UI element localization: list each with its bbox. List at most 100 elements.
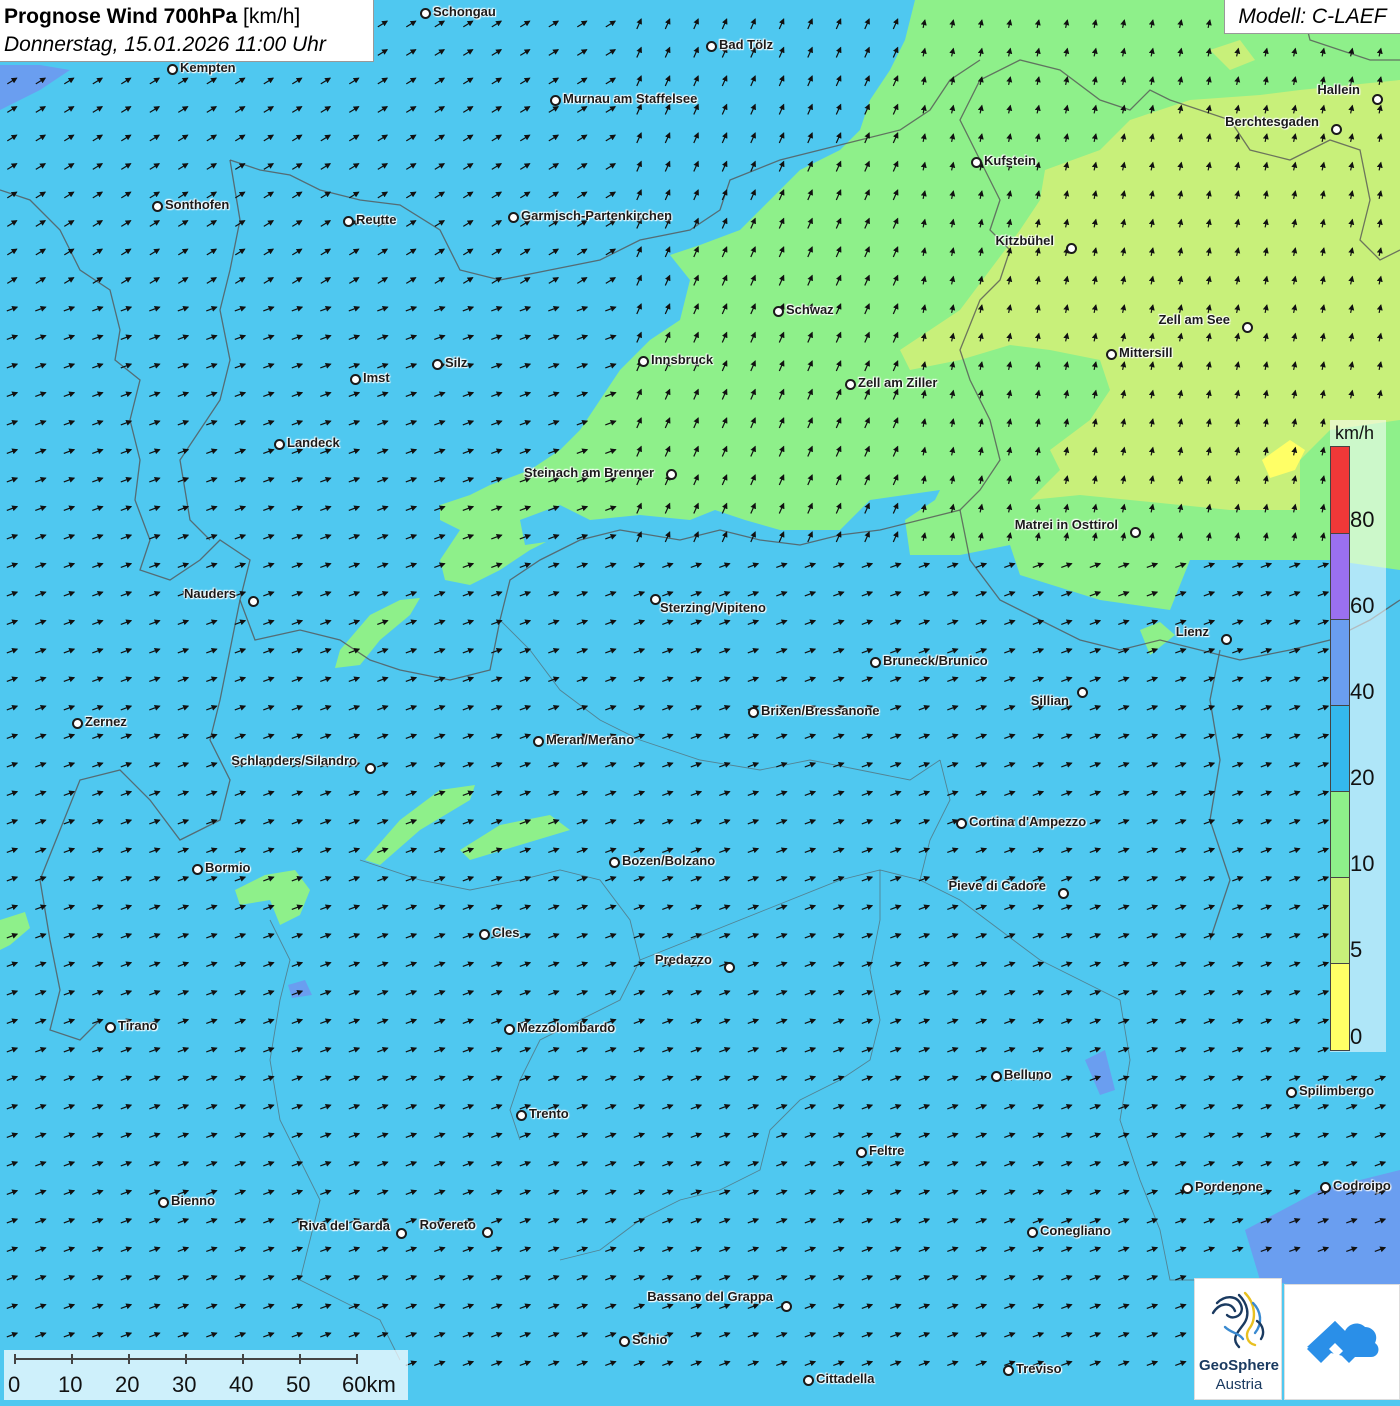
city-dot	[274, 439, 285, 450]
city-dot	[638, 356, 649, 367]
city-label: Pieve di Cadore	[948, 878, 1046, 893]
city-dot	[609, 857, 620, 868]
city-dot	[956, 818, 967, 829]
city-dot	[1106, 349, 1117, 360]
scale-tick	[299, 1354, 301, 1364]
map-title: Prognose Wind 700hPa [km/h]	[4, 3, 373, 31]
city-label: Sterzing/Vipiteno	[660, 600, 766, 615]
legend-value: 5	[1350, 937, 1363, 962]
scale-label: 10	[58, 1372, 83, 1397]
city-dot	[1320, 1182, 1331, 1193]
city-label: Matrei in Osttirol	[1014, 517, 1118, 532]
city-label: Bormio	[205, 860, 251, 875]
city-label: Zell am Ziller	[858, 375, 938, 390]
city-label: Lienz	[1175, 624, 1209, 639]
city-dot	[1286, 1087, 1297, 1098]
city-label: Reutte	[356, 212, 397, 227]
city-dot	[1066, 243, 1077, 254]
city-dot	[350, 374, 361, 385]
city-label: Meran/Merano	[546, 732, 635, 747]
city-label: Riva del Garda	[298, 1218, 390, 1233]
legend-swatch-80-plus	[1330, 446, 1350, 534]
legend-value: 20	[1350, 765, 1375, 790]
city-label: Bruneck/Brunico	[883, 653, 988, 668]
city-label: Schongau	[433, 4, 496, 19]
city-label: Conegliano	[1040, 1223, 1111, 1238]
city-label: Schwaz	[786, 302, 834, 317]
city-dot	[1027, 1227, 1038, 1238]
city-dot	[1130, 527, 1141, 538]
model-label: Modell: C-LAEF	[1224, 0, 1400, 34]
legend-value: 60	[1350, 593, 1375, 618]
city-label: Cortina d'Ampezzo	[969, 814, 1087, 829]
legend-value: 10	[1350, 851, 1375, 876]
city-label: Cittadella	[816, 1371, 875, 1386]
scale-label: 20	[115, 1372, 140, 1397]
city-dot	[845, 379, 856, 390]
city-dot	[1077, 687, 1088, 698]
geosphere-logo-sub: Austria	[1215, 1376, 1263, 1393]
city-dot	[516, 1110, 527, 1121]
scale-tick	[71, 1354, 73, 1364]
map-title-unit: [km/h]	[243, 5, 301, 28]
city-label: Bozen/Bolzano	[622, 853, 716, 868]
city-dot	[706, 41, 717, 52]
city-label: Innsbruck	[651, 352, 714, 367]
city-dot	[1003, 1365, 1014, 1376]
map-title-box: Prognose Wind 700hPa [km/h] Donnerstag, …	[0, 0, 374, 62]
city-label: Predazzo	[654, 952, 712, 967]
city-dot	[167, 64, 178, 75]
city-label: Silz	[445, 355, 468, 370]
legend-value: 80	[1350, 507, 1375, 532]
city-label: Rovereto	[419, 1217, 476, 1232]
city-label: Bienno	[171, 1193, 216, 1208]
city-dot	[482, 1227, 493, 1238]
city-label: Bad Tölz	[719, 37, 774, 52]
city-label: Zernez	[85, 714, 127, 729]
color-legend: km/h 80 60 40 20 10 5 0	[1330, 420, 1386, 1052]
city-label: Garmisch-Partenkirchen	[521, 208, 673, 223]
scale-label: 0	[8, 1372, 21, 1397]
city-dot	[550, 95, 561, 106]
city-label: Mittersill	[1119, 345, 1173, 360]
city-dot	[666, 469, 677, 480]
city-dot	[508, 212, 519, 223]
city-dot	[105, 1022, 116, 1033]
city-dot	[248, 596, 259, 607]
city-dot	[432, 359, 443, 370]
legend-swatch-40-60	[1330, 619, 1350, 706]
city-dot	[479, 929, 490, 940]
city-label: Schlanders/Silandro	[231, 753, 357, 768]
city-label: Schio	[632, 1332, 668, 1347]
city-label: Steinach am Brenner	[523, 465, 654, 480]
city-label: Sillian	[1030, 693, 1069, 708]
legend-swatch-10-20	[1330, 791, 1350, 878]
city-label: Feltre	[869, 1143, 905, 1158]
city-dot	[748, 707, 759, 718]
city-label: Cles	[492, 925, 520, 940]
city-label: Brixen/Bressanone	[761, 703, 880, 718]
scale-tick	[14, 1354, 16, 1364]
wind-map[interactable]: Schongau Bad Tölz Kempten Murnau am Staf…	[0, 0, 1400, 1400]
geosphere-logo-icon	[1211, 1291, 1265, 1349]
city-dot	[1242, 322, 1253, 333]
city-label: Treviso	[1016, 1361, 1062, 1376]
city-dot	[158, 1197, 169, 1208]
scale-tick	[356, 1354, 358, 1364]
city-dot	[192, 864, 203, 875]
legend-swatch-0-5	[1330, 963, 1350, 1051]
scale-tick	[128, 1354, 130, 1364]
city-dot	[72, 718, 83, 729]
app-logo[interactable]	[1284, 1284, 1400, 1400]
scale-label: 50	[286, 1372, 311, 1397]
city-label: Belluno	[1004, 1067, 1052, 1082]
city-label: Mezzolombardo	[517, 1020, 616, 1035]
city-label: Spilimbergo	[1299, 1083, 1375, 1098]
city-label: Sonthofen	[165, 197, 230, 212]
scale-label: 60km	[342, 1372, 396, 1397]
city-label: Tirano	[118, 1018, 158, 1033]
app-logo-icon	[1307, 1321, 1379, 1363]
city-dot	[365, 763, 376, 774]
city-dot	[1058, 888, 1069, 899]
geosphere-logo[interactable]: GeoSphere Austria	[1194, 1278, 1282, 1400]
